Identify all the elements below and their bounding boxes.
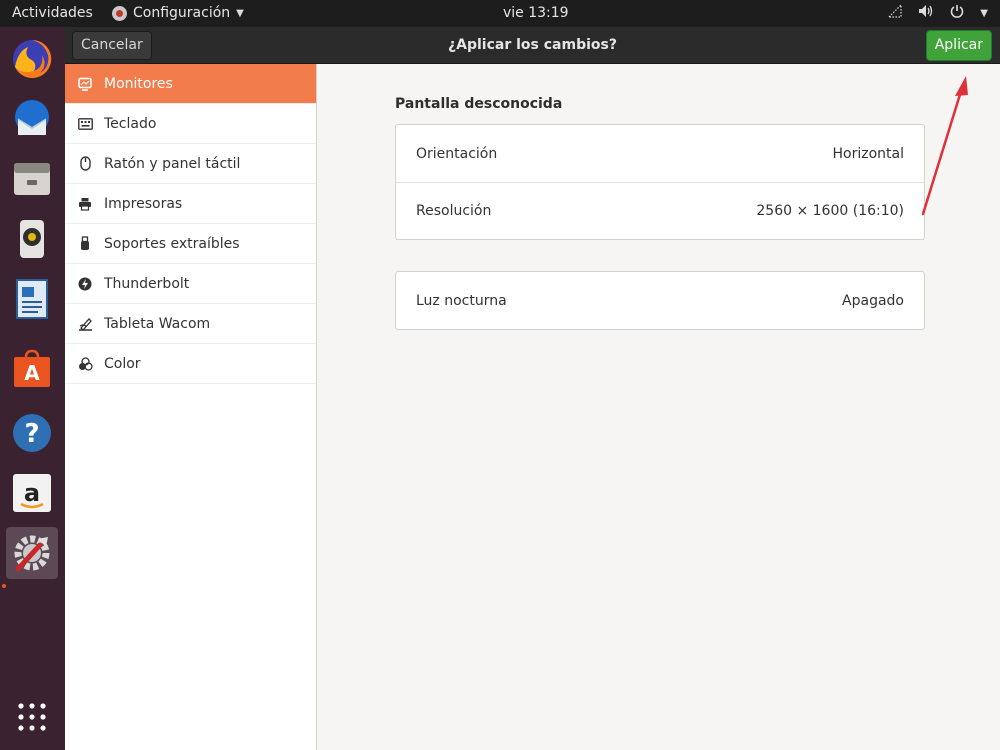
volume-icon[interactable] <box>918 4 934 22</box>
main-panel: Pantalla desconocida Orientación Horizon… <box>317 64 1000 750</box>
sidebar-item-monitores[interactable]: Monitores <box>65 64 316 104</box>
sidebar-item-label: Thunderbolt <box>104 275 190 292</box>
show-applications-icon[interactable] <box>6 691 58 743</box>
sidebar-item-label: Ratón y panel táctil <box>104 155 241 172</box>
night-light-row[interactable]: Luz nocturna Apagado <box>396 272 924 329</box>
keyboard-icon <box>77 116 93 132</box>
resolution-row[interactable]: Resolución 2560 × 1600 (16:10) <box>396 182 924 239</box>
tablet-icon <box>77 316 93 332</box>
thunderbolt-icon <box>77 276 93 292</box>
night-light-card: Luz nocturna Apagado <box>395 271 925 330</box>
chevron-down-icon: ▼ <box>236 7 244 19</box>
activities-button[interactable]: Actividades <box>12 5 93 21</box>
settings-sidebar: Monitores Teclado Ratón y panel táctil I… <box>65 64 317 750</box>
apply-button[interactable]: Aplicar <box>925 30 992 61</box>
system-tray[interactable]: ▼ <box>887 3 988 22</box>
amazon-icon[interactable]: a <box>6 467 58 519</box>
orientation-label: Orientación <box>416 145 498 162</box>
firefox-icon[interactable] <box>6 33 58 85</box>
thunderbird-icon[interactable] <box>6 93 58 145</box>
sidebar-item-wacom[interactable]: Tableta Wacom <box>65 304 316 344</box>
svg-text:?: ? <box>24 419 39 449</box>
sidebar-item-label: Teclado <box>104 115 157 132</box>
app-menu-label: Configuración <box>133 5 231 21</box>
help-icon[interactable]: ? <box>6 407 58 459</box>
app-menu[interactable]: Configuración ▼ <box>112 5 244 21</box>
sidebar-item-teclado[interactable]: Teclado <box>65 104 316 144</box>
settings-app-icon <box>112 5 127 21</box>
night-light-value[interactable]: Apagado <box>842 293 904 309</box>
header-bar: Cancelar ¿Aplicar los cambios? Aplicar <box>65 27 1000 64</box>
rhythmbox-icon[interactable] <box>6 213 58 265</box>
svg-text:a: a <box>24 479 40 507</box>
night-light-label: Luz nocturna <box>416 292 507 309</box>
dialog-title: ¿Aplicar los cambios? <box>448 37 617 53</box>
sidebar-item-impresoras[interactable]: Impresoras <box>65 184 316 224</box>
orientation-value[interactable]: Horizontal <box>833 146 904 162</box>
network-icon[interactable] <box>887 3 902 22</box>
orientation-row[interactable]: Orientación Horizontal <box>396 125 924 182</box>
dock: A ? a <box>0 27 65 750</box>
mouse-icon <box>77 156 93 172</box>
sidebar-item-label: Color <box>104 355 141 372</box>
sidebar-item-label: Monitores <box>104 75 173 92</box>
sidebar-item-label: Impresoras <box>104 195 183 212</box>
resolution-value[interactable]: 2560 × 1600 (16:10) <box>756 203 904 219</box>
sidebar-item-label: Tableta Wacom <box>104 315 211 332</box>
sidebar-item-color[interactable]: Color <box>65 344 316 384</box>
sidebar-item-soportes[interactable]: Soportes extraíbles <box>65 224 316 264</box>
cancel-button[interactable]: Cancelar <box>72 31 152 60</box>
chevron-down-icon[interactable]: ▼ <box>980 8 988 19</box>
clock[interactable]: vie 13:19 <box>503 5 569 21</box>
sidebar-item-thunderbolt[interactable]: Thunderbolt <box>65 264 316 304</box>
files-icon[interactable] <box>6 153 58 205</box>
power-icon[interactable] <box>950 4 964 22</box>
top-panel: Actividades Configuración ▼ vie 13:19 ▼ <box>0 0 1000 27</box>
libreoffice-writer-icon[interactable] <box>6 273 58 325</box>
color-icon <box>77 356 93 372</box>
sidebar-item-raton[interactable]: Ratón y panel táctil <box>65 144 316 184</box>
running-indicator <box>2 584 6 588</box>
display-name-heading: Pantalla desconocida <box>395 96 563 112</box>
resolution-label: Resolución <box>416 203 492 219</box>
software-center-icon[interactable]: A <box>6 343 58 395</box>
svg-text:A: A <box>24 361 40 385</box>
display-settings-card: Orientación Horizontal Resolución 2560 ×… <box>395 124 925 240</box>
display-icon <box>77 76 93 92</box>
sidebar-item-label: Soportes extraíbles <box>104 235 240 252</box>
printer-icon <box>77 196 93 212</box>
removable-media-icon <box>77 236 93 252</box>
settings-icon[interactable] <box>6 527 58 579</box>
